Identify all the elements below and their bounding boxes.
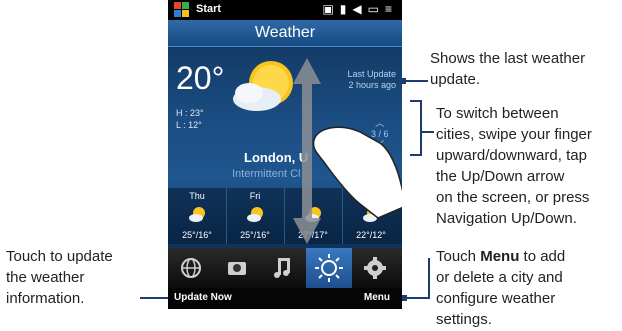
status-icons: ▣▮◀▭≡ [322,2,398,16]
menu-softkey[interactable]: Menu [364,292,390,303]
callout-text: on the screen, or press [436,189,590,206]
tab-photos[interactable] [214,248,260,288]
last-update-label: Last Update [347,69,396,79]
finger-hand-icon [312,126,402,218]
low-temperature: L : 12° [176,120,202,130]
bracket-bottom [410,154,420,156]
forecast-day-label: Fri [249,191,261,201]
globe-icon [181,258,201,278]
camera-icon [228,262,246,275]
tab-music[interactable] [260,248,306,288]
callout-menu-line-1: Touch Menu to add [436,246,565,267]
callout-text: the weather [6,269,85,286]
partly-cloudy-icon [247,207,263,222]
volume-icon[interactable]: ◀ [352,2,367,16]
partly-cloudy-icon [189,207,205,222]
forecast-day-label: Thu [189,191,205,201]
callout-text: Shows the last weather [430,50,586,67]
battery-icon: ▭ [367,2,385,16]
callout-text: To switch between [436,105,559,122]
high-temperature: H : 23° [176,108,204,118]
sun-cloud-icon [233,61,293,111]
callout-text-bold: Menu [480,248,520,265]
callout-text: update. [430,71,481,88]
tab-settings[interactable] [352,248,398,288]
network-icon: ▣ [322,2,340,16]
leader-line [428,258,430,299]
callout-update-now: Touch to update the weather information. [6,246,113,309]
weather-condition: Intermittent Cl [232,168,301,180]
weather-sun-icon [315,254,343,282]
softkey-bar: Update Now Menu [168,288,402,309]
callout-menu: Touch Menu to add or delete a city and c… [436,246,565,330]
update-now-softkey[interactable]: Update Now [174,292,232,303]
forecast-day: Thu 25°/16° [168,188,227,244]
status-bar: Start ▣▮◀▭≡ [168,0,402,20]
last-update-value: 2 hours ago [348,80,396,90]
forecast-range: 25°/16° [240,230,270,240]
callout-text: Touch [436,248,481,265]
title-bar: Weather [168,20,402,47]
callout-last-update: Shows the last weather update. [430,48,585,90]
settings-gear-icon [364,257,386,279]
menu-lines-icon[interactable]: ≡ [385,2,398,16]
forecast-range: 22°/12° [356,230,386,240]
last-update: Last Update 2 hours ago [347,69,396,91]
tab-internet[interactable] [168,248,214,288]
tab-weather[interactable] [306,248,352,288]
callout-text: information. [6,290,85,307]
leader-line [406,297,428,299]
page-title: Weather [254,24,316,41]
callout-text: cities, swipe your finger [436,126,592,143]
callout-text: Touch to update [6,248,113,265]
callout-text: configure weather [436,290,556,307]
callout-text: or delete a city and [436,269,563,286]
bracket-tail [420,131,434,133]
forecast-day: Fri 25°/16° [226,188,285,244]
bracket-top [410,100,420,102]
callout-switch-cities: To switch between cities, swipe your fin… [436,103,592,229]
callout-text: the Up/Down arrow [436,168,565,185]
phone-screen: Start ▣▮◀▭≡ Weather 20° H : 23° L : 12° … [168,0,402,309]
callout-text: settings. [436,311,492,328]
callout-text: to add [519,248,566,265]
start-label[interactable]: Start [196,3,221,15]
music-icon [274,258,290,278]
bracket-line [420,100,422,156]
callout-text: Navigation Up/Down. [436,210,577,227]
signal-icon: ▮ [339,2,353,16]
tab-bar [168,248,402,288]
callout-text: upward/downward, tap [436,147,587,164]
windows-start-icon[interactable] [174,2,190,18]
current-temperature: 20° [176,60,225,96]
forecast-range: 25°/16° [182,230,212,240]
